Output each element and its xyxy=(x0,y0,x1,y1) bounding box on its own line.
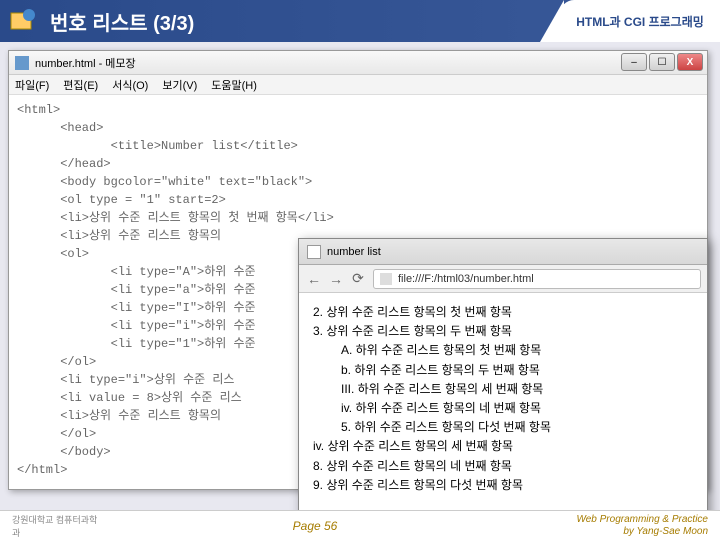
credit-line1: Web Programming & Practice xyxy=(530,514,708,526)
credit: Web Programming & Practice by Yang-Sae M… xyxy=(530,514,720,538)
menu-help[interactable]: 도움말(H) xyxy=(211,77,257,93)
list-item: 3. 상위 수준 리스트 항목의 두 번째 항목 xyxy=(313,322,693,341)
main-area: number.html - 메모장 – ☐ X 파일(F) 편집(E) 서식(O… xyxy=(0,42,720,502)
browser-content: 2. 상위 수준 리스트 항목의 첫 번째 항목3. 상위 수준 리스트 항목의… xyxy=(299,293,707,505)
list-item: 2. 상위 수준 리스트 항목의 첫 번째 항목 xyxy=(313,303,693,322)
slide-footer: 강원대학교 컴퓨터과학과 Page 56 Web Programming & P… xyxy=(0,510,720,540)
menu-edit[interactable]: 편집(E) xyxy=(63,77,98,93)
list-item: iv. 하위 수준 리스트 항목의 네 번째 항목 xyxy=(341,399,693,418)
nav-buttons: ← → ⟳ xyxy=(305,270,367,288)
window-controls: – ☐ X xyxy=(621,53,703,71)
list-item: A. 하위 수준 리스트 항목의 첫 번째 항목 xyxy=(341,341,693,360)
list-item: iv. 상위 수준 리스트 항목의 세 번째 항목 xyxy=(313,437,693,456)
back-button[interactable]: ← xyxy=(305,270,323,288)
menu-format[interactable]: 서식(O) xyxy=(112,77,148,93)
university-logo: 강원대학교 컴퓨터과학과 xyxy=(0,513,100,539)
url-text: file:///F:/html03/number.html xyxy=(398,273,534,285)
maximize-button[interactable]: ☐ xyxy=(649,53,675,71)
page-icon xyxy=(307,245,321,259)
notepad-menubar: 파일(F) 편집(E) 서식(O) 보기(V) 도움말(H) xyxy=(9,75,707,95)
file-icon xyxy=(380,273,392,285)
close-button[interactable]: X xyxy=(677,53,703,71)
tab-title: number list xyxy=(327,246,381,258)
page-number: Page 56 xyxy=(100,519,530,533)
course-name: HTML과 CGI 프로그래밍 xyxy=(560,0,720,42)
list-item: 8. 상위 수준 리스트 항목의 네 번째 항목 xyxy=(313,457,693,476)
slide-icon xyxy=(4,2,42,40)
notepad-title-text: number.html - 메모장 xyxy=(35,55,136,71)
list-item: b. 하위 수준 리스트 항목의 두 번째 항목 xyxy=(341,361,693,380)
address-bar[interactable]: file:///F:/html03/number.html xyxy=(373,269,701,289)
minimize-button[interactable]: – xyxy=(621,53,647,71)
slide-header: 번호 리스트 (3/3) HTML과 CGI 프로그래밍 xyxy=(0,0,720,42)
list-item: 5. 하위 수준 리스트 항목의 다섯 번째 항목 xyxy=(341,418,693,437)
list-item: 9. 상위 수준 리스트 항목의 다섯 번째 항목 xyxy=(313,476,693,495)
slide-title: 번호 리스트 (3/3) xyxy=(50,7,194,36)
browser-toolbar: ← → ⟳ file:///F:/html03/number.html xyxy=(299,265,707,293)
reload-button[interactable]: ⟳ xyxy=(349,270,367,288)
browser-tab[interactable]: number list xyxy=(299,239,707,265)
menu-file[interactable]: 파일(F) xyxy=(15,77,49,93)
notepad-icon xyxy=(15,56,29,70)
browser-window: number list ← → ⟳ file:///F:/html03/numb… xyxy=(298,238,708,522)
list-item: III. 하위 수준 리스트 항목의 세 번째 항목 xyxy=(341,380,693,399)
credit-line2: by Yang-Sae Moon xyxy=(530,526,708,538)
forward-button[interactable]: → xyxy=(327,270,345,288)
notepad-titlebar: number.html - 메모장 – ☐ X xyxy=(9,51,707,75)
menu-view[interactable]: 보기(V) xyxy=(162,77,197,93)
